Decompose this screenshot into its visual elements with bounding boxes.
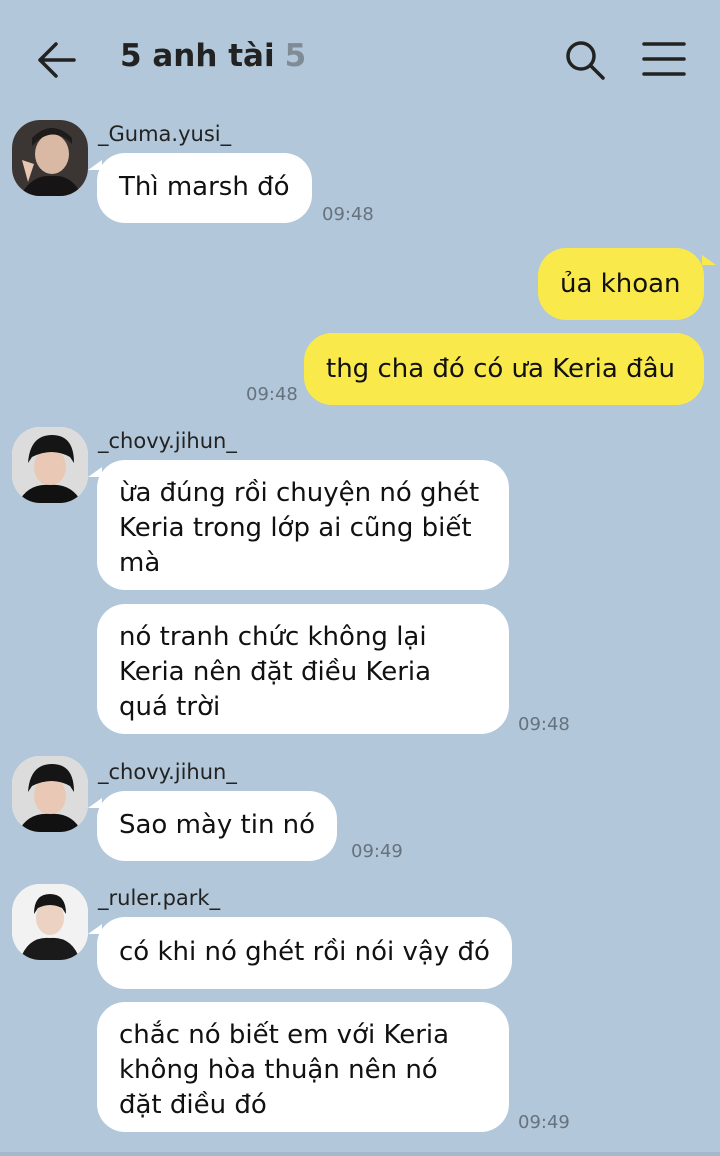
message-text: có khi nó ghét rồi nói vậy đó <box>119 937 490 967</box>
outgoing-message-bubble[interactable]: ủa khoan <box>538 248 704 320</box>
chat-header: 5 anh tài 5 <box>0 0 720 110</box>
next-message-edge <box>0 1152 720 1156</box>
message-time: 09:49 <box>518 1112 570 1133</box>
message-line: đặt điều đó <box>119 1090 267 1120</box>
back-arrow-icon <box>38 42 76 78</box>
sender-name: _Guma.yusi_ <box>98 122 232 146</box>
sender-name: _chovy.jihun_ <box>98 429 237 453</box>
chat-title: 5 anh tài 5 <box>120 38 306 74</box>
avatar-ruler-park[interactable] <box>12 884 88 960</box>
message-text: thg cha đó có ưa Keria đâu <box>326 354 676 384</box>
message-bubble[interactable]: Sao mày tin nó <box>97 791 338 861</box>
menu-icon <box>642 42 686 76</box>
avatar-guma-yusi[interactable] <box>12 120 88 196</box>
message-line: quá trời <box>119 692 221 722</box>
message-line: mà <box>119 548 161 578</box>
back-button[interactable] <box>36 40 78 80</box>
avatar-chovy-jihun[interactable] <box>12 427 88 503</box>
message-bubble[interactable]: nó tranh chức không lại Keria nên đặt đi… <box>97 604 509 734</box>
message-time: 09:48 <box>518 714 570 735</box>
message-text: Sao mày tin nó <box>119 810 316 840</box>
avatar-chovy-jihun[interactable] <box>12 756 88 832</box>
message-line: Keria trong lớp ai cũng biết <box>119 513 472 543</box>
message-line: ừa đúng rồi chuyện nó ghét <box>119 478 480 508</box>
message-line: Keria nên đặt điều Keria <box>119 657 432 687</box>
message-time: 09:49 <box>351 841 403 862</box>
member-count: 5 <box>284 38 307 74</box>
message-bubble[interactable]: có khi nó ghét rồi nói vậy đó <box>97 917 512 989</box>
message-bubble[interactable]: ừa đúng rồi chuyện nó ghét Keria trong l… <box>97 460 509 590</box>
message-time: 09:48 <box>322 204 374 225</box>
message-text: Thì marsh đó <box>119 172 290 202</box>
sender-name: _ruler.park_ <box>98 886 221 910</box>
message-line: chắc nó biết em với Keria <box>119 1020 450 1050</box>
message-time: 09:48 <box>246 384 298 405</box>
message-text: ủa khoan <box>560 269 681 299</box>
search-button[interactable] <box>563 38 607 82</box>
chat-title-text: 5 anh tài <box>120 38 275 74</box>
menu-button[interactable] <box>642 40 686 78</box>
sender-name: _chovy.jihun_ <box>98 760 237 784</box>
message-line: nó tranh chức không lại <box>119 622 427 652</box>
search-icon <box>566 41 605 80</box>
message-bubble[interactable]: chắc nó biết em với Keria không hòa thuậ… <box>97 1002 509 1132</box>
message-line: không hòa thuận nên nó <box>119 1055 438 1085</box>
outgoing-message-bubble[interactable]: thg cha đó có ưa Keria đâu <box>304 333 704 405</box>
message-bubble[interactable]: Thì marsh đó <box>97 153 312 223</box>
